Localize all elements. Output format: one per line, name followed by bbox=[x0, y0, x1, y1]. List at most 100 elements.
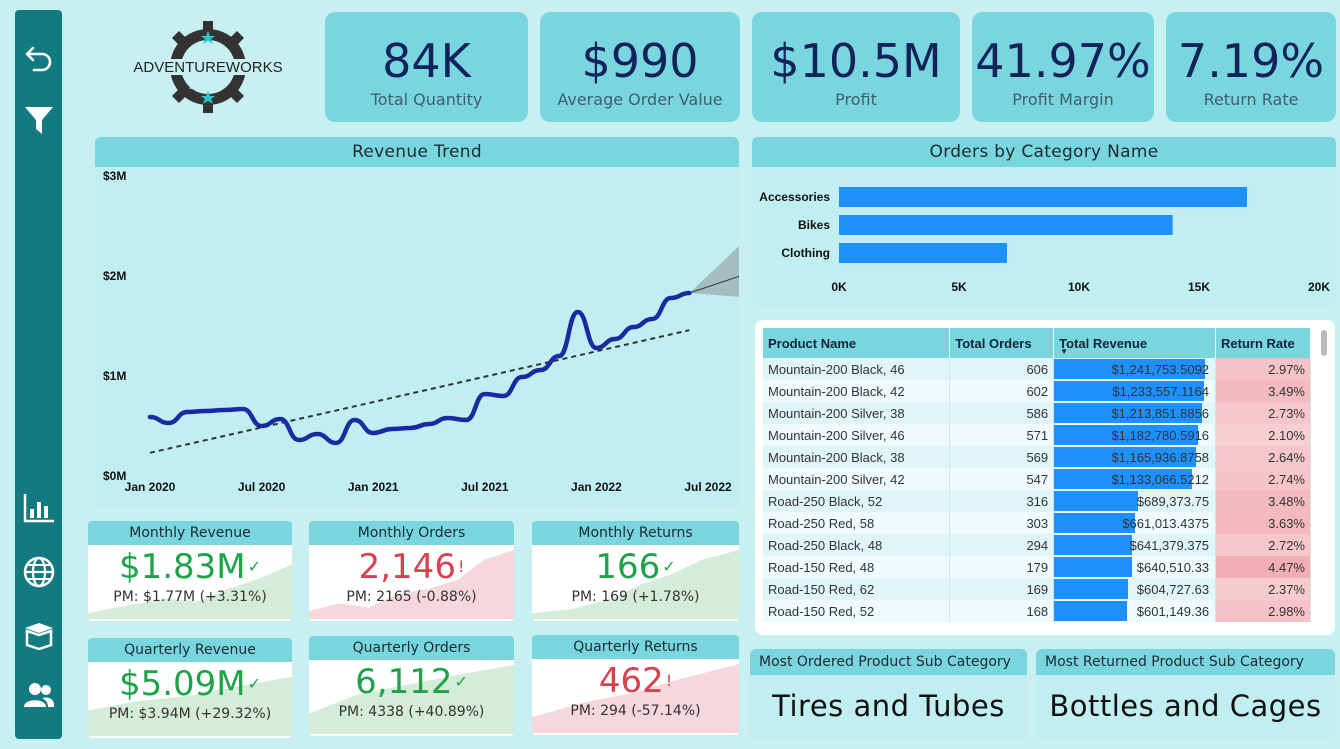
card-value: 6,112 ✓ bbox=[355, 662, 468, 702]
gear-logo-icon: ADVENTUREWORKS BIKE SHOP bbox=[128, 21, 288, 113]
orders-by-category-chart[interactable]: Orders by Category Name Accessories Bikes… bbox=[752, 137, 1336, 307]
card-previous: PM: 169 (+1.78%) bbox=[571, 589, 700, 605]
card-value: 166 ✓ bbox=[595, 547, 676, 587]
kpi-label: Total Quantity bbox=[370, 90, 483, 109]
card-title: Quarterly Returns bbox=[532, 635, 739, 659]
cell-return-rate: 2.72% bbox=[1215, 534, 1311, 556]
funnel-icon bbox=[25, 107, 53, 134]
cell-total-orders: 602 bbox=[949, 380, 1055, 402]
sidebar bbox=[15, 10, 62, 739]
kpi-profit: $10.5M Profit bbox=[752, 12, 960, 122]
table-row[interactable]: Road-150 Red, 48 179 $640,510.33 4.47% bbox=[763, 556, 1311, 578]
y-tick-label: $2M bbox=[103, 269, 126, 283]
cell-total-revenue: $1,165,936.8758 bbox=[1053, 446, 1217, 468]
table-row[interactable]: Mountain-200 Black, 42 602 $1,233,557.1164… bbox=[763, 380, 1311, 402]
x-tick-label: Jan 2020 bbox=[125, 480, 176, 494]
kpi-value: 7.19% bbox=[1177, 34, 1325, 88]
table-row[interactable]: Road-150 Red, 52 168 $601,149.36 2.98% bbox=[763, 600, 1311, 622]
category-bar[interactable] bbox=[839, 243, 1007, 263]
kpi-value: 84K bbox=[382, 34, 471, 88]
x-tick-label: Jul 2020 bbox=[238, 480, 286, 494]
alert-icon: ! bbox=[665, 671, 673, 690]
undo-arrow-icon bbox=[25, 46, 52, 72]
monthly-orders-card: Monthly Orders 2,146! PM: 2165 (-0.88%) bbox=[309, 521, 514, 621]
card-value: 462! bbox=[598, 661, 673, 701]
revenue-databar bbox=[1054, 491, 1139, 511]
revenue-databar bbox=[1054, 535, 1133, 555]
users-icon bbox=[24, 683, 55, 707]
cell-total-revenue: $1,182,780.5916 bbox=[1053, 424, 1217, 446]
cell-return-rate: 4.47% bbox=[1215, 556, 1311, 578]
check-icon: ✓ bbox=[247, 674, 262, 693]
cell-total-revenue: $1,213,851.8856 bbox=[1053, 402, 1217, 424]
y-tick-label: $0M bbox=[103, 469, 126, 483]
card-title: Monthly Orders bbox=[309, 521, 514, 545]
kpi-average-order-value: $990 Average Order Value bbox=[540, 12, 740, 122]
column-header-product-name[interactable]: Product Name bbox=[763, 328, 951, 358]
cell-product-name: Road-150 Red, 48 bbox=[763, 556, 951, 578]
nav-products-button[interactable] bbox=[19, 615, 59, 655]
check-icon: ✓ bbox=[454, 672, 468, 691]
card-title: Quarterly Revenue bbox=[88, 638, 292, 662]
alert-icon: ! bbox=[457, 557, 465, 576]
column-header-total-revenue[interactable]: Total Revenue ▼ bbox=[1053, 328, 1217, 358]
category-bar[interactable] bbox=[839, 215, 1173, 235]
back-button[interactable] bbox=[19, 38, 59, 78]
revenue-series-line bbox=[147, 290, 692, 446]
column-header-total-orders[interactable]: Total Orders bbox=[949, 328, 1055, 358]
table-row[interactable]: Road-250 Red, 58 303 $661,013.4375 3.63% bbox=[763, 512, 1311, 534]
kpi-label: Average Order Value bbox=[557, 90, 723, 109]
nav-customers-button[interactable] bbox=[19, 675, 59, 715]
card-previous: PM: $3.94M (+29.32%) bbox=[108, 706, 272, 722]
table-row[interactable]: Mountain-200 Silver, 42 547 $1,133,066.521… bbox=[763, 468, 1311, 490]
cell-total-orders: 179 bbox=[949, 556, 1055, 578]
x-tick-label: Jan 2022 bbox=[571, 480, 622, 494]
cell-return-rate: 3.63% bbox=[1215, 512, 1311, 534]
kpi-return-rate: 7.19% Return Rate bbox=[1166, 12, 1336, 122]
card-value: Bottles and Cages bbox=[1049, 689, 1322, 723]
category-bar[interactable] bbox=[839, 187, 1247, 207]
kpi-label: Profit bbox=[835, 90, 877, 109]
card-title: Most Ordered Product Sub Category bbox=[750, 649, 1027, 675]
y-tick-label: $3M bbox=[103, 169, 126, 183]
table-row[interactable]: Mountain-200 Black, 38 569 $1,165,936.8758… bbox=[763, 446, 1311, 468]
cell-return-rate: 2.98% bbox=[1215, 600, 1311, 622]
x-tick-label: 15K bbox=[1188, 280, 1210, 294]
logo-subtext: BIKE SHOP bbox=[189, 84, 227, 91]
card-previous: PM: $1.77M (+3.31%) bbox=[113, 589, 267, 605]
column-header-return-rate[interactable]: Return Rate bbox=[1215, 328, 1311, 358]
table-row[interactable]: Road-250 Black, 48 294 $641,379.375 2.72% bbox=[763, 534, 1311, 556]
cell-return-rate: 3.48% bbox=[1215, 490, 1311, 512]
cell-total-orders: 606 bbox=[949, 358, 1055, 380]
card-title: Monthly Revenue bbox=[88, 521, 292, 545]
chart-title: Revenue Trend bbox=[95, 137, 739, 167]
revenue-trend-chart[interactable]: Revenue Trend $0M $1M $2M $3M Jan 2020 Jul 2… bbox=[95, 137, 739, 507]
cell-total-orders: 169 bbox=[949, 578, 1055, 600]
cell-return-rate: 3.49% bbox=[1215, 380, 1311, 402]
product-table[interactable]: Product Name Total Orders Total Revenue ▼… bbox=[755, 320, 1335, 635]
card-title: Monthly Returns bbox=[532, 521, 739, 545]
x-tick-label: Jul 2021 bbox=[461, 480, 509, 494]
table-row[interactable]: Mountain-200 Black, 46 606 $1,241,753.5092… bbox=[763, 358, 1311, 380]
card-value: Tires and Tubes bbox=[772, 689, 1005, 723]
cell-product-name: Mountain-200 Silver, 42 bbox=[763, 468, 951, 490]
table-row[interactable]: Mountain-200 Silver, 46 571 $1,182,780.591… bbox=[763, 424, 1311, 446]
card-title: Most Returned Product Sub Category bbox=[1036, 649, 1335, 675]
quarterly-returns-card: Quarterly Returns 462! PM: 294 (-57.14%) bbox=[532, 635, 739, 735]
check-icon: ✓ bbox=[247, 557, 262, 576]
filter-button[interactable] bbox=[19, 100, 59, 140]
cell-product-name: Mountain-200 Black, 42 bbox=[763, 380, 951, 402]
card-value: 2,146! bbox=[358, 547, 465, 587]
cell-product-name: Mountain-200 Black, 38 bbox=[763, 446, 951, 468]
nav-chart-button[interactable] bbox=[19, 488, 59, 528]
table-row[interactable]: Road-150 Red, 62 169 $604,727.63 2.37% bbox=[763, 578, 1311, 600]
cell-return-rate: 2.64% bbox=[1215, 446, 1311, 468]
table-scrollbar[interactable] bbox=[1321, 330, 1327, 356]
table-row[interactable]: Road-250 Black, 52 316 $689,373.75 3.48% bbox=[763, 490, 1311, 512]
cell-total-orders: 571 bbox=[949, 424, 1055, 446]
most-returned-subcategory-card: Most Returned Product Sub Category Bottl… bbox=[1036, 649, 1335, 739]
table-row[interactable]: Mountain-200 Silver, 38 586 $1,213,851.885… bbox=[763, 402, 1311, 424]
cell-return-rate: 2.10% bbox=[1215, 424, 1311, 446]
x-tick-label: 5K bbox=[951, 280, 967, 294]
nav-globe-button[interactable] bbox=[19, 552, 59, 592]
